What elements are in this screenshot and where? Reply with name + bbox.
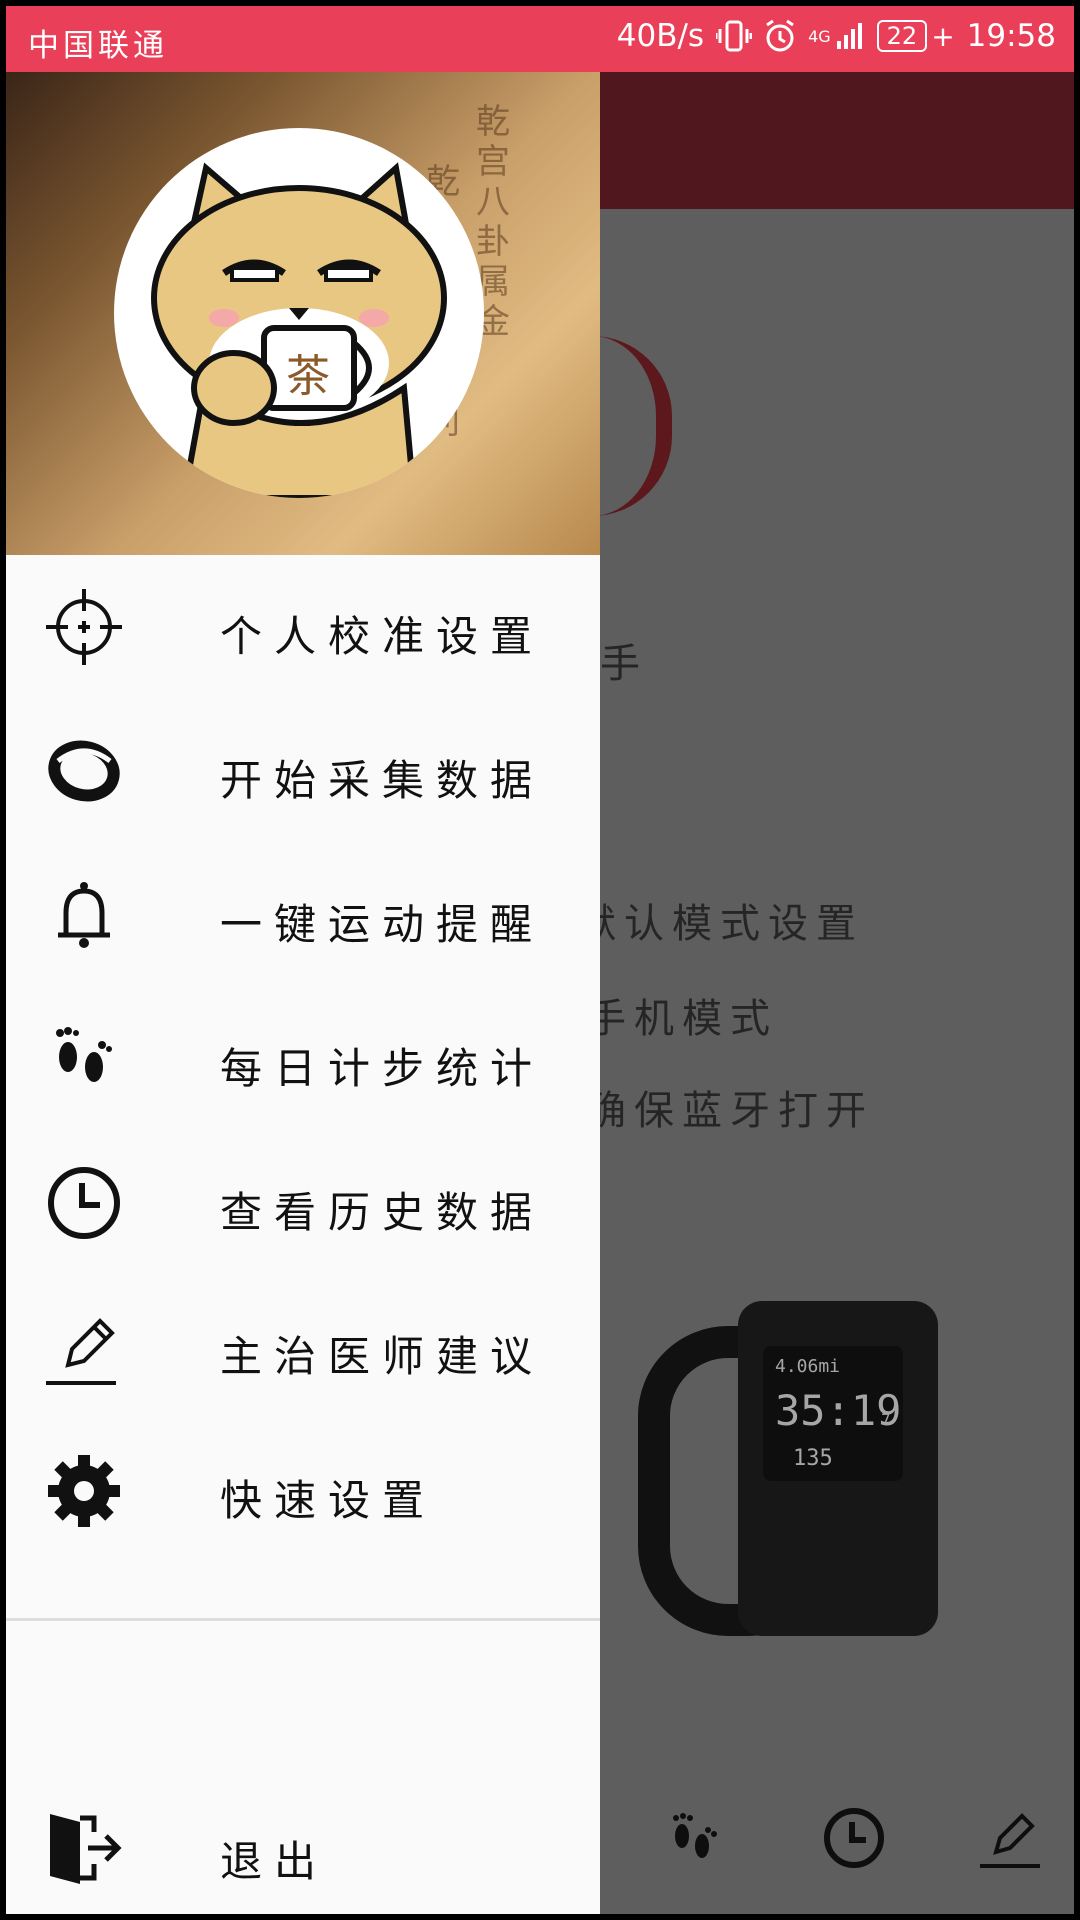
menu-item-quick-settings[interactable]: 快速设置	[6, 1419, 600, 1563]
vibrate-icon	[716, 20, 753, 52]
menu-item-label: 个人校准设置	[220, 612, 545, 661]
alarm-icon	[766, 19, 794, 52]
pencil-icon	[46, 1318, 116, 1385]
drawer-divider	[6, 1618, 600, 1621]
menu-item-label: 一键运动提醒	[220, 900, 545, 949]
menu-item-daily-steps[interactable]: 每日计步统计	[6, 987, 600, 1131]
bell-icon	[58, 882, 110, 948]
crosshair-icon	[46, 589, 122, 665]
signal-icon	[836, 23, 862, 49]
dog-avatar-icon	[151, 162, 447, 498]
network-type: 4G	[808, 26, 831, 46]
menu-item-label: 开始采集数据	[220, 756, 545, 805]
status-right: 40B/s 4G 22 + 19:58	[617, 18, 1056, 54]
gear-icon	[48, 1455, 120, 1527]
exit-door-icon	[50, 1814, 122, 1884]
clock-time: 19:58	[966, 18, 1056, 54]
menu-item-calibration[interactable]: 个人校准设置	[6, 555, 600, 699]
device-frame: 中国联通 40B/s 4G 22 + 19:58 手 默认模式设置 手机模式 确…	[0, 0, 1080, 1920]
exit-label: 退出	[220, 1837, 329, 1886]
clock-icon	[48, 1167, 120, 1239]
menu-item-label: 主治医师建议	[220, 1332, 545, 1381]
network-speed: 40B/s	[616, 18, 705, 54]
drawer-header: 乾宫八卦属金 乾上乾下元亨利	[6, 72, 600, 555]
menu-item-label: 快速设置	[220, 1476, 437, 1525]
user-avatar[interactable]: 茶	[114, 128, 484, 498]
menu-item-exercise-reminder[interactable]: 一键运动提醒	[6, 843, 600, 987]
status-bar: 中国联通 40B/s 4G 22 + 19:58	[6, 6, 1074, 72]
carrier-label: 中国联通	[28, 28, 168, 64]
wristband-icon	[48, 740, 120, 802]
screen: 中国联通 40B/s 4G 22 + 19:58 手 默认模式设置 手机模式 确…	[6, 6, 1074, 1914]
footprints-icon	[56, 1027, 112, 1082]
battery-level: 22	[876, 20, 928, 52]
navigation-drawer: 乾宫八卦属金 乾上乾下元亨利	[6, 72, 600, 1914]
menu-item-collect-data[interactable]: 开始采集数据	[6, 699, 600, 843]
menu-item-label: 每日计步统计	[220, 1044, 545, 1093]
menu-item-exit[interactable]: 退出	[6, 1784, 600, 1904]
avatar-cup-text: 茶	[286, 351, 330, 402]
menu-item-doctor-advice[interactable]: 主治医师建议	[6, 1275, 600, 1419]
charging-icon: +	[931, 19, 955, 53]
menu-item-label: 查看历史数据	[220, 1188, 545, 1237]
menu-item-history[interactable]: 查看历史数据	[6, 1131, 600, 1275]
